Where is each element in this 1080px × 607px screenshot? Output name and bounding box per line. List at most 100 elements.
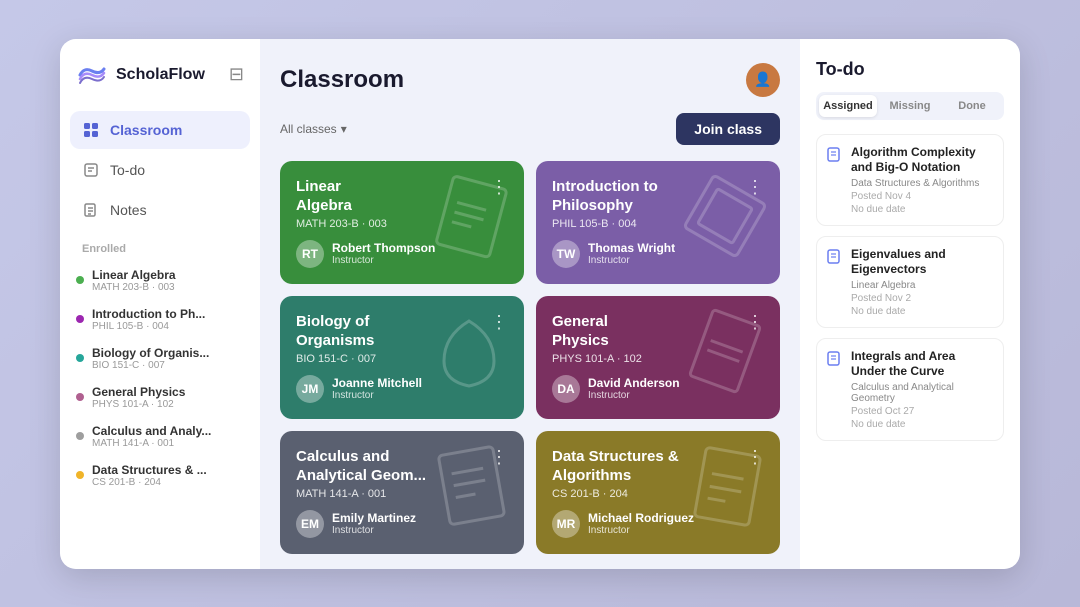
class-card-physics[interactable]: General Physics PHYS 101-A · 102 ⋮ DA Da… [536,296,780,419]
class-name: Data Structures & ... [92,463,207,477]
todo-item-2: Integrals and Area Under the Curve Calcu… [816,338,1004,441]
classroom-icon [82,121,100,139]
classroom-label: Classroom [110,122,182,138]
todo-label: To-do [110,162,145,178]
sidebar-class-biology[interactable]: Biology of Organis... BIO 151-C · 007 [60,339,260,378]
more-options-icon[interactable]: ⋮ [490,177,508,198]
classes-grid: Linear Algebra MATH 203-B · 003 ⋮ RT Rob… [280,161,780,554]
instructor-name: Emily Martinez [332,511,416,525]
class-code: BIO 151-C · 007 [92,360,209,371]
card-instructor: TW Thomas Wright Instructor [552,240,764,268]
class-dot [76,354,84,362]
app-name: ScholaFlow [116,66,205,84]
more-options-icon[interactable]: ⋮ [490,312,508,333]
class-dot [76,471,84,479]
main-content: Classroom 👤 All classes ▾ Join class [260,39,800,569]
card-title: Linear Algebra [296,177,385,216]
more-options-icon[interactable]: ⋮ [746,177,764,198]
tab-assigned[interactable]: Assigned [819,95,877,117]
instructor-name: Michael Rodriguez [588,511,694,525]
todo-item-icon [827,350,843,371]
instructor-role: Instructor [332,255,435,266]
notes-label: Notes [110,202,147,218]
class-code: MATH 141-A · 001 [92,438,211,449]
instructor-role: Instructor [588,390,680,401]
sidebar-class-physics[interactable]: General Physics PHYS 101-A · 102 [60,378,260,417]
card-instructor: MR Michael Rodriguez Instructor [552,510,764,538]
todo-item-due: No due date [851,204,993,215]
sidebar-item-classroom[interactable]: Classroom [70,111,250,149]
card-top: Calculus and Analytical Geom... MATH 141… [296,447,508,500]
user-avatar[interactable]: 👤 [746,63,780,97]
todo-item-icon [827,146,843,167]
class-code: PHIL 105-B · 004 [92,321,205,332]
todo-panel-title: To-do [816,59,1004,80]
instructor-avatar: MR [552,510,580,538]
sidebar-toggle-icon[interactable]: ⊟ [229,64,244,85]
card-top: Biology of Organisms BIO 151-C · 007 ⋮ [296,312,508,365]
card-title: Calculus and Analytical Geom... [296,447,461,486]
instructor-name: Robert Thompson [332,241,435,255]
class-name: Introduction to Ph... [92,307,205,321]
class-name: Calculus and Analy... [92,424,211,438]
sidebar-class-linear-algebra[interactable]: Linear Algebra MATH 203-B · 003 [60,261,260,300]
sidebar-class-calculus[interactable]: Calculus and Analy... MATH 141-A · 001 [60,417,260,456]
instructor-name: Thomas Wright [588,241,675,255]
more-options-icon[interactable]: ⋮ [746,312,764,333]
class-dot [76,315,84,323]
sidebar-item-notes[interactable]: Notes [70,191,250,229]
class-card-datastructures[interactable]: Data Structures & Algorithms CS 201-B · … [536,431,780,554]
logo: ScholaFlow ⊟ [60,59,260,111]
class-card-linear-algebra[interactable]: Linear Algebra MATH 203-B · 003 ⋮ RT Rob… [280,161,524,284]
todo-tabs: Assigned Missing Done [816,92,1004,120]
todo-item-course: Data Structures & Algorithms [851,178,993,189]
card-code: PHIL 105-B · 004 [552,218,743,230]
class-card-calculus[interactable]: Calculus and Analytical Geom... MATH 141… [280,431,524,554]
class-code: PHYS 101-A · 102 [92,399,185,410]
filter-dropdown[interactable]: All classes ▾ [280,122,347,136]
sidebar-class-philosophy[interactable]: Introduction to Ph... PHIL 105-B · 004 [60,300,260,339]
instructor-avatar: RT [296,240,324,268]
more-options-icon[interactable]: ⋮ [490,447,508,468]
instructor-name: David Anderson [588,376,680,390]
card-code: BIO 151-C · 007 [296,353,452,365]
todo-item-due: No due date [851,306,993,317]
tab-done[interactable]: Done [943,95,1001,117]
todo-item-posted: Posted Nov 4 [851,191,993,202]
class-card-philosophy[interactable]: Introduction to Philosophy PHIL 105-B · … [536,161,780,284]
enrolled-classes-list: Linear Algebra MATH 203-B · 003 Introduc… [60,261,260,495]
todo-item-1: Eigenvalues and Eigenvectors Linear Alge… [816,236,1004,328]
class-dot [76,276,84,284]
sidebar-item-todo[interactable]: To-do [70,151,250,189]
instructor-name: Joanne Mitchell [332,376,422,390]
enrolled-label: Enrolled [60,229,260,261]
sidebar-class-datastructures[interactable]: Data Structures & ... CS 201-B · 204 [60,456,260,495]
card-title: Biology of Organisms [296,312,428,351]
notes-icon [82,201,100,219]
todo-item-posted: Posted Nov 2 [851,293,993,304]
instructor-role: Instructor [332,390,422,401]
class-card-biology[interactable]: Biology of Organisms BIO 151-C · 007 ⋮ J… [280,296,524,419]
todo-item-icon [827,248,843,269]
todo-item-title: Eigenvalues and Eigenvectors [851,247,993,278]
card-top: Introduction to Philosophy PHIL 105-B · … [552,177,764,230]
class-dot [76,393,84,401]
todo-list: Algorithm Complexity and Big-O Notation … [816,134,1004,442]
more-options-icon[interactable]: ⋮ [746,447,764,468]
todo-item-course: Linear Algebra [851,280,993,291]
todo-panel: To-do Assigned Missing Done Algorithm Co… [800,39,1020,569]
todo-item-due: No due date [851,419,993,430]
todo-item-posted: Posted Oct 27 [851,406,993,417]
header-right: 👤 [746,63,780,97]
sidebar: ScholaFlow ⊟ Classroom To-do Notes [60,39,260,569]
page-title: Classroom [280,66,404,94]
instructor-role: Instructor [588,255,675,266]
join-class-button[interactable]: Join class [676,113,780,145]
class-code: CS 201-B · 204 [92,477,207,488]
class-name: Biology of Organis... [92,346,209,360]
class-name: General Physics [92,385,185,399]
chevron-down-icon: ▾ [341,122,347,136]
class-dot [76,432,84,440]
tab-missing[interactable]: Missing [881,95,939,117]
class-name: Linear Algebra [92,268,176,282]
